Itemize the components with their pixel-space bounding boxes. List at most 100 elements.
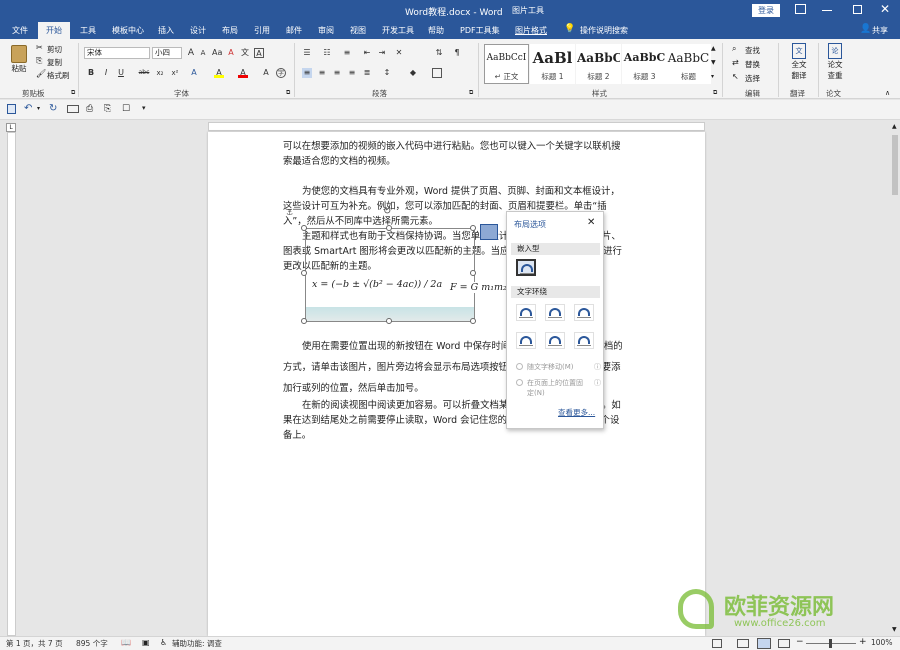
vertical-scrollbar[interactable]: ▲ ▼ — [890, 121, 900, 636]
close-icon[interactable]: ✕ — [880, 2, 890, 16]
style-normal[interactable]: AaBbCcI ↵ 正文 — [484, 44, 529, 84]
resize-handle[interactable] — [301, 270, 307, 276]
save-icon[interactable] — [7, 104, 16, 114]
accessibility-status[interactable]: 辅助功能: 调查 — [172, 638, 222, 649]
wrap-top-bottom-icon[interactable] — [516, 332, 536, 349]
style-title[interactable]: AaBbC 标题 — [666, 44, 711, 84]
selected-picture[interactable] — [305, 228, 475, 322]
replace-button[interactable]: 替换 — [745, 59, 760, 70]
print-layout-icon[interactable] — [757, 638, 771, 649]
document-page[interactable]: 可以在想要添加的视频的嵌入代码中进行粘贴。您也可以键入一个关键字以联机搜索最适合… — [208, 132, 705, 636]
select-button[interactable]: 选择 — [745, 73, 760, 84]
wrap-inline-icon[interactable] — [516, 259, 536, 276]
tab-references[interactable]: 引用 — [254, 25, 270, 36]
close-icon[interactable]: ✕ — [587, 217, 595, 228]
macro-icon[interactable]: ▣ — [142, 638, 150, 647]
tab-developer[interactable]: 开发工具 — [382, 25, 414, 36]
see-more-link[interactable]: 查看更多... — [558, 407, 595, 418]
justify-icon[interactable]: ≡ — [347, 68, 357, 78]
minimize-icon[interactable] — [822, 10, 832, 11]
scroll-thumb[interactable] — [892, 135, 898, 195]
increase-indent-icon[interactable]: ⇥ — [377, 48, 387, 58]
paragraph-1[interactable]: 可以在想要添加的视频的嵌入代码中进行粘贴。您也可以键入一个关键字以联机搜索最适合… — [283, 139, 628, 169]
fix-position-radio[interactable] — [516, 379, 523, 386]
zoom-out-icon[interactable]: − — [796, 637, 804, 647]
shading-icon[interactable]: A — [261, 68, 271, 78]
focus-mode-icon[interactable] — [712, 639, 722, 648]
tab-help[interactable]: 帮助 — [428, 25, 444, 36]
rotate-handle-icon[interactable]: ↻ — [383, 206, 391, 217]
styles-scroll-down-icon[interactable]: ▼ — [711, 59, 716, 66]
wrap-in-front-icon[interactable] — [574, 332, 594, 349]
resize-handle[interactable] — [301, 225, 307, 231]
login-button[interactable]: 登录 — [752, 4, 780, 17]
superscript-button[interactable]: x² — [170, 68, 180, 78]
decrease-indent-icon[interactable]: ⇤ — [362, 48, 372, 58]
chinese-layout-icon[interactable]: ✕ — [394, 48, 404, 58]
maximize-icon[interactable] — [853, 5, 862, 14]
tab-selector[interactable]: L — [6, 123, 16, 132]
resize-handle[interactable] — [386, 225, 392, 231]
layout-view-icon[interactable] — [67, 105, 79, 113]
read-mode-icon[interactable] — [737, 639, 749, 648]
layout-options-button[interactable] — [480, 224, 498, 240]
undo-icon[interactable]: ↶ — [24, 103, 32, 114]
cut-button[interactable]: 剪切 — [47, 44, 62, 55]
enclosed-char-icon[interactable]: 字 — [276, 68, 286, 78]
align-right-icon[interactable]: ≡ — [332, 68, 342, 78]
tab-design[interactable]: 设计 — [190, 25, 206, 36]
char-border-icon[interactable]: A — [254, 48, 264, 58]
format-painter-button[interactable]: 格式刷 — [47, 70, 70, 81]
resize-handle[interactable] — [386, 318, 392, 324]
tab-file[interactable]: 文件 — [12, 25, 28, 36]
word-count[interactable]: 895 个字 — [76, 638, 108, 649]
distributed-icon[interactable]: ≣ — [362, 68, 372, 78]
find-button[interactable]: 查找 — [745, 45, 760, 56]
font-size-combo[interactable]: 小四 — [152, 47, 182, 59]
tab-mailings[interactable]: 邮件 — [286, 25, 302, 36]
undo-dropdown-icon[interactable]: ▾ — [37, 105, 40, 112]
paper-check-button[interactable]: 论 论文 查重 — [822, 43, 848, 81]
redo-icon[interactable]: ↻ — [49, 103, 57, 114]
tab-home[interactable]: 开始 — [38, 22, 70, 39]
dialog-launcher-icon[interactable]: ⧉ — [713, 89, 717, 97]
multilevel-list-icon[interactable]: ≡ — [342, 48, 352, 58]
styles-more-icon[interactable]: ▾ — [711, 73, 714, 80]
wrap-through-icon[interactable] — [574, 304, 594, 321]
tab-insert[interactable]: 插入 — [158, 25, 174, 36]
sort-icon[interactable]: ⇅ — [434, 48, 444, 58]
paste-button[interactable]: 粘贴 — [8, 43, 30, 83]
page-count[interactable]: 第 1 页，共 7 页 — [6, 638, 63, 649]
tab-picture-format[interactable]: 图片格式 — [515, 25, 547, 36]
styles-scroll-up-icon[interactable]: ▲ — [711, 45, 716, 52]
subscript-button[interactable]: x₂ — [155, 68, 165, 78]
customize-qat-icon[interactable]: ▾ — [142, 104, 146, 112]
highlight-icon[interactable]: A — [214, 68, 224, 78]
tab-template-center[interactable]: 模板中心 — [112, 25, 144, 36]
zoom-in-icon[interactable]: + — [859, 637, 867, 647]
paragraph-shading-icon[interactable]: ◆ — [408, 68, 418, 78]
numbering-icon[interactable]: ☷ — [322, 48, 332, 58]
vertical-ruler[interactable] — [7, 132, 16, 636]
tab-review[interactable]: 审阅 — [318, 25, 334, 36]
bullets-icon[interactable]: ☰ — [302, 48, 312, 58]
resize-handle[interactable] — [301, 318, 307, 324]
line-spacing-icon[interactable]: ↕ — [382, 68, 392, 78]
underline-button[interactable]: U — [116, 68, 126, 78]
copy-format-icon[interactable]: ⎘ — [104, 104, 111, 114]
clear-format-icon[interactable]: A — [226, 48, 236, 58]
copy-button[interactable]: 复制 — [47, 57, 62, 68]
align-left-icon[interactable]: ≡ — [302, 68, 312, 78]
font-color-icon[interactable]: A — [238, 68, 248, 78]
tab-pdf-tools[interactable]: PDF工具集 — [460, 25, 500, 36]
resize-handle[interactable] — [470, 318, 476, 324]
print-preview-icon[interactable]: ⎙ — [86, 104, 93, 114]
horizontal-ruler[interactable] — [208, 122, 705, 131]
show-marks-icon[interactable]: ¶ — [452, 48, 462, 58]
tell-me-search[interactable]: 操作说明搜索 — [580, 25, 628, 36]
dialog-launcher-icon[interactable]: ⧉ — [71, 89, 75, 97]
wrap-behind-text-icon[interactable] — [545, 332, 565, 349]
scroll-down-icon[interactable]: ▼ — [892, 626, 897, 633]
zoom-thumb[interactable] — [829, 639, 832, 648]
dialog-launcher-icon[interactable]: ⧉ — [286, 89, 290, 97]
